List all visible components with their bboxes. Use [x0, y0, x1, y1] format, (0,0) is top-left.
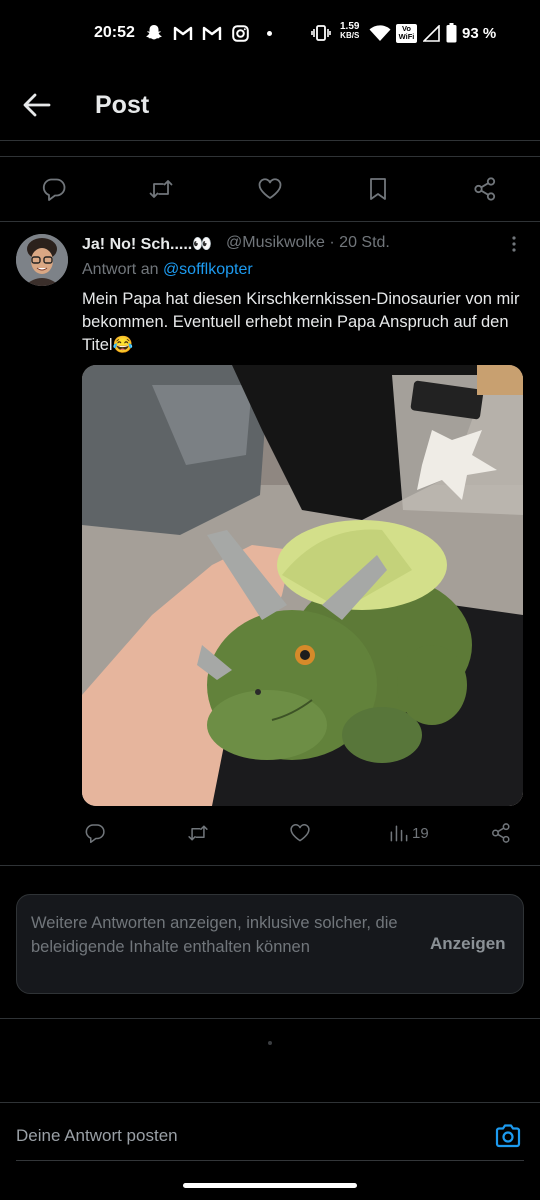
- status-clock: 20:52: [94, 24, 135, 41]
- author-handle-and-time: @Musikwolke · 20 Std.: [226, 234, 390, 252]
- network-speed: 1.59 KB/S: [340, 21, 360, 41]
- avatar-image: [16, 234, 68, 286]
- post-text: Mein Papa hat diesen Kirschkernkissen-Di…: [82, 290, 520, 354]
- vowifi-badge: Vo WiFi: [396, 24, 417, 43]
- author-handle[interactable]: @Musikwolke: [226, 234, 325, 251]
- top-app-bar: Post: [0, 68, 540, 141]
- status-bar: 20:52 1.59 KB/S Vo WiFi 93 %: [0, 0, 540, 68]
- home-indicator[interactable]: [183, 1183, 357, 1188]
- instagram-icon: [232, 25, 249, 42]
- back-arrow-icon[interactable]: [22, 92, 52, 118]
- like-icon[interactable]: [257, 176, 283, 202]
- share-icon[interactable]: [472, 176, 498, 202]
- like-icon[interactable]: [289, 822, 311, 844]
- repost-icon[interactable]: [148, 176, 174, 202]
- more-options-icon[interactable]: [506, 234, 522, 254]
- composer-underline: [16, 1160, 524, 1161]
- battery-icon: [446, 23, 457, 43]
- reply-to-prefix: Antwort an: [82, 261, 159, 278]
- battery-percentage: 93 %: [462, 25, 497, 42]
- network-speed-value: 1.59: [340, 21, 360, 32]
- divider: [0, 1018, 540, 1019]
- reply-input[interactable]: [16, 1126, 456, 1146]
- more-replies-notice: Weitere Antworten anzeigen, inklusive so…: [16, 894, 524, 994]
- notification-dot-icon: [267, 31, 272, 36]
- reply-icon[interactable]: [41, 176, 67, 202]
- dinosaur-plush-photo: [82, 365, 523, 806]
- author-display-name[interactable]: Ja! No! Sch.....👀: [82, 234, 212, 254]
- views-icon[interactable]: [388, 822, 410, 844]
- camera-icon[interactable]: [494, 1122, 522, 1150]
- more-replies-text: Weitere Antworten anzeigen, inklusive so…: [31, 914, 398, 956]
- post-time: · 20 Std.: [329, 234, 390, 251]
- reply-icon[interactable]: [84, 822, 106, 844]
- wifi-icon: [369, 25, 391, 41]
- avatar[interactable]: [16, 234, 68, 286]
- network-speed-unit: KB/S: [340, 31, 360, 40]
- reply-to-handle-link[interactable]: @sofflkopter: [163, 261, 253, 278]
- repost-icon[interactable]: [187, 822, 209, 844]
- post-photo[interactable]: [82, 365, 523, 806]
- divider: [0, 865, 540, 866]
- page-title: Post: [95, 91, 150, 119]
- show-more-replies-button[interactable]: Anzeigen: [430, 934, 506, 954]
- bookmark-icon[interactable]: [365, 176, 391, 202]
- vibrate-icon: [311, 25, 331, 41]
- snapchat-icon: [146, 25, 162, 40]
- signal-icon: [423, 25, 440, 42]
- loading-indicator: [268, 1041, 272, 1045]
- views-count: 19: [412, 825, 429, 842]
- gmail-icon: [173, 26, 193, 40]
- reply-action-bar: 19: [82, 818, 522, 848]
- reply-context: Antwort an @sofflkopter: [82, 261, 253, 279]
- gmail-icon: [202, 26, 222, 40]
- post-action-bar: [0, 156, 540, 222]
- share-icon[interactable]: [490, 822, 512, 844]
